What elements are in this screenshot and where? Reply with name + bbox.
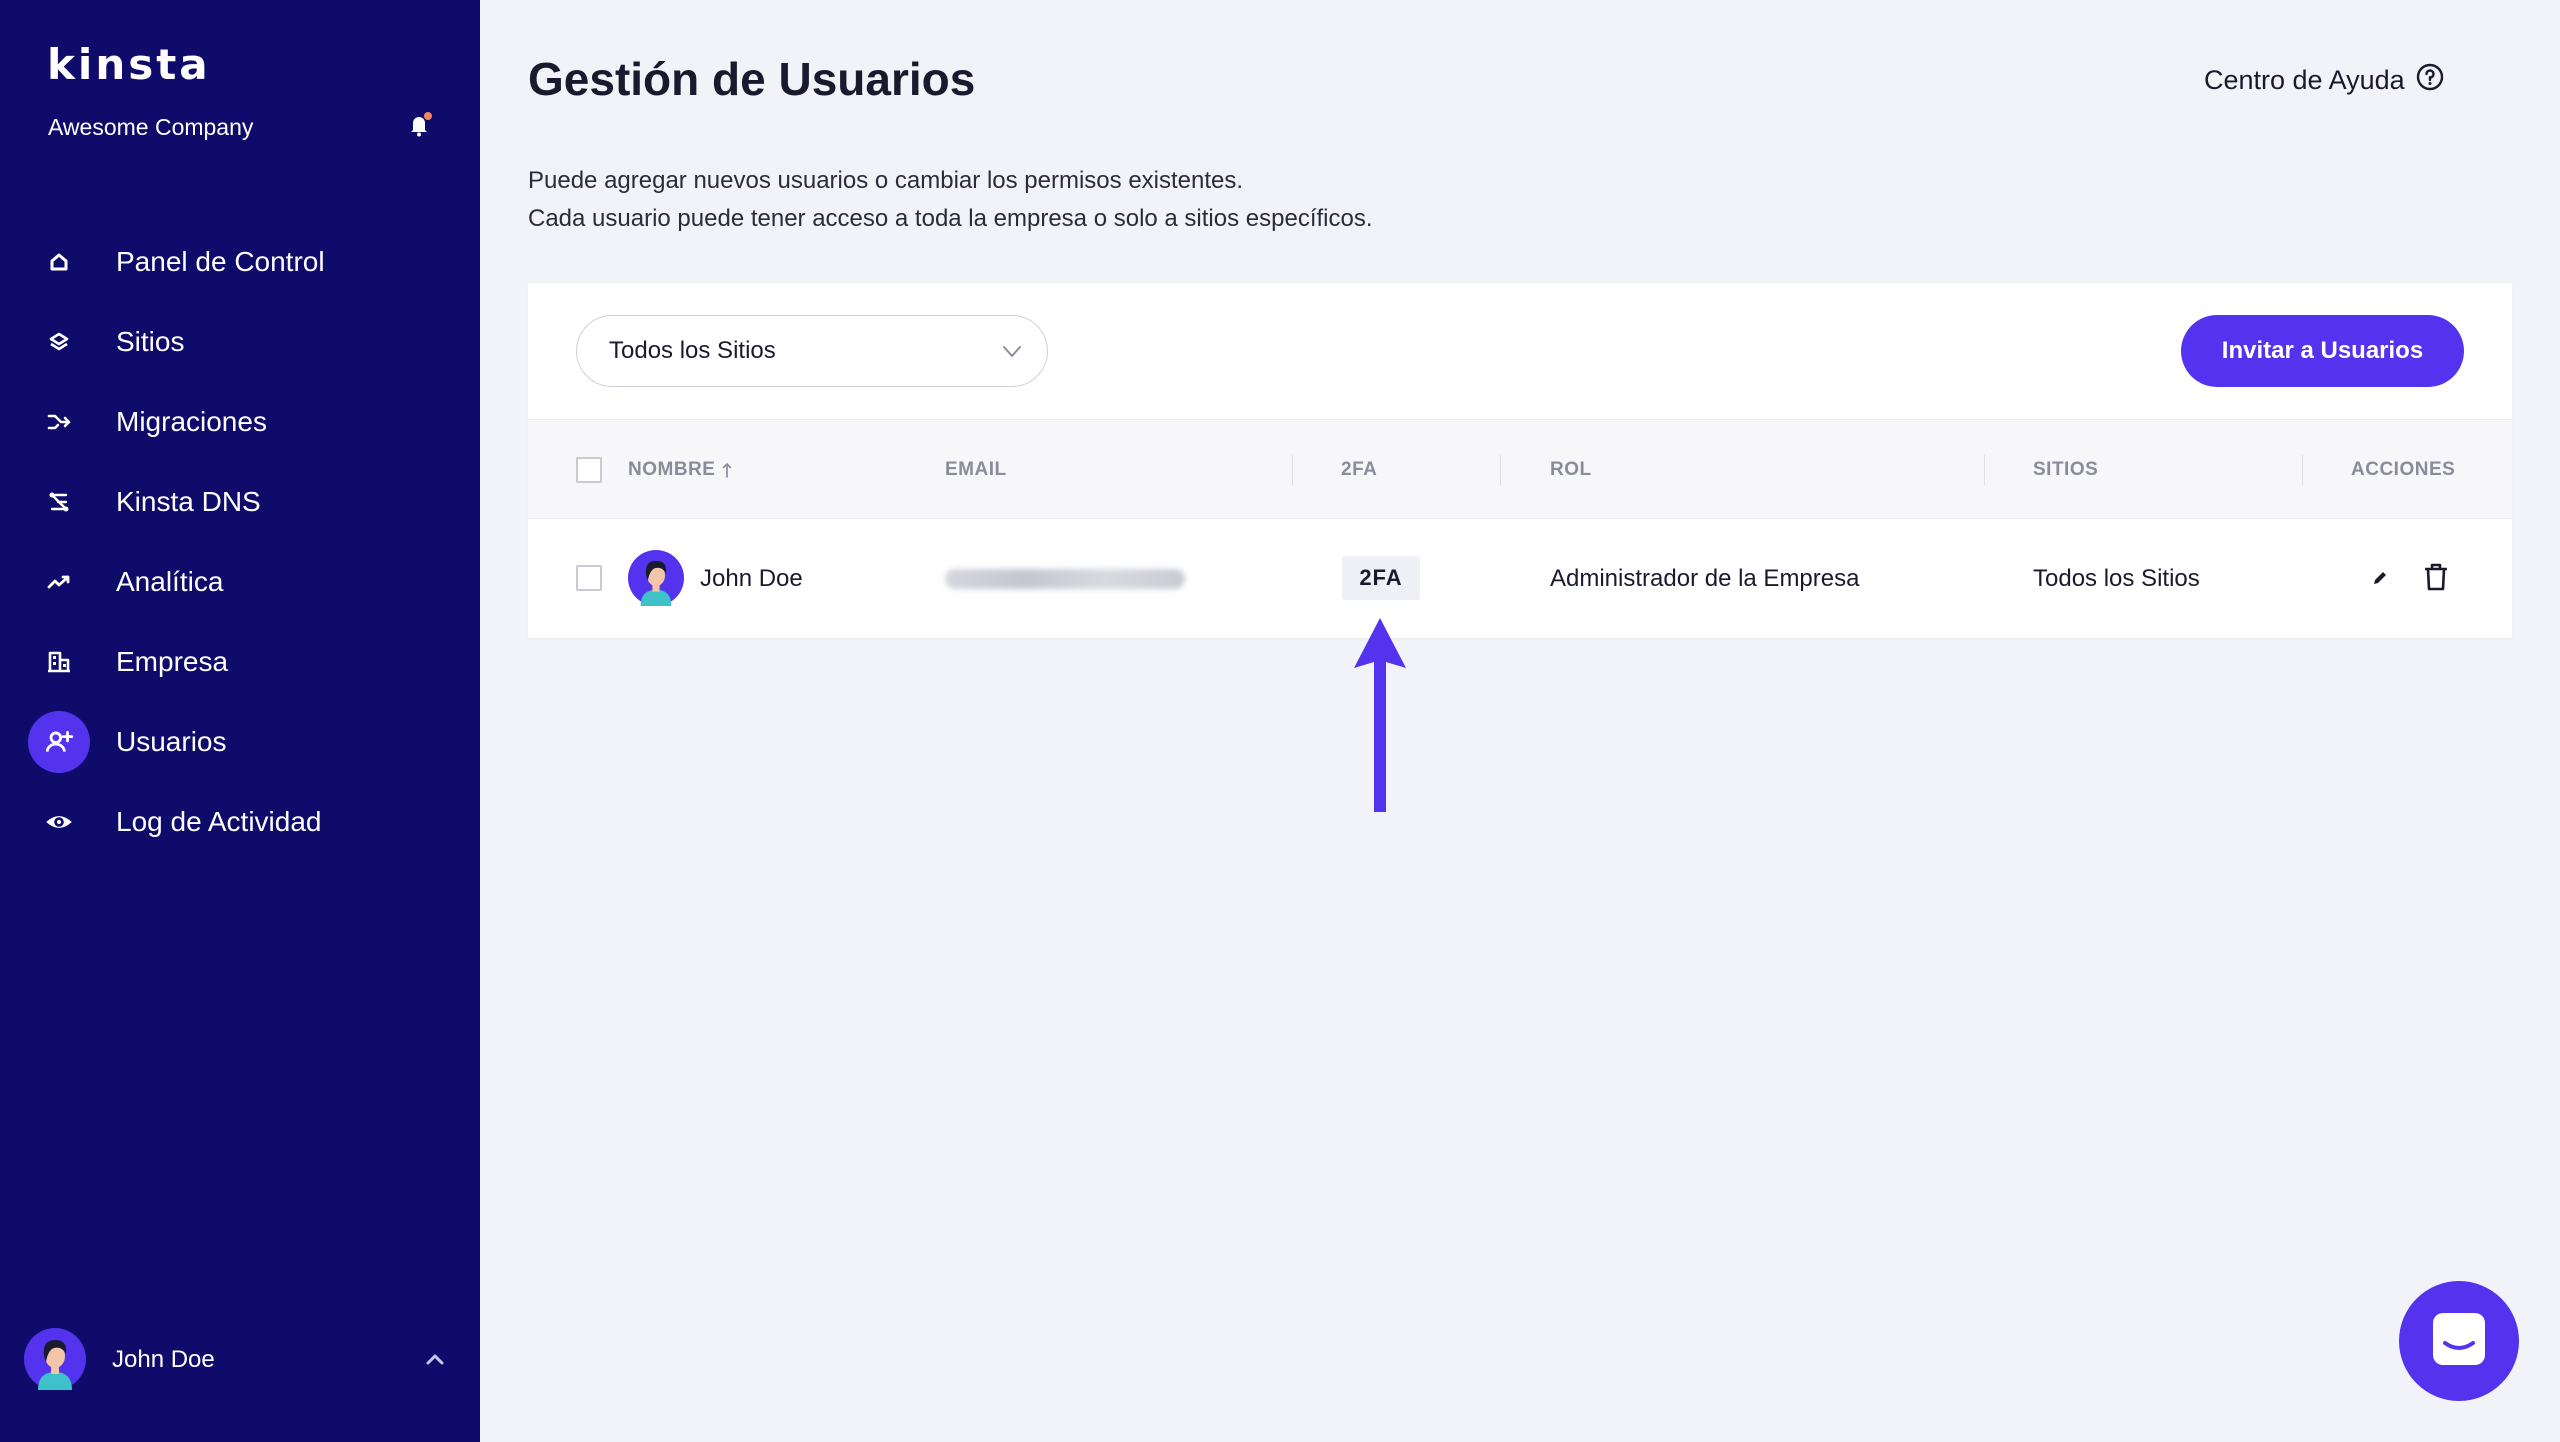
eye-icon	[28, 791, 90, 853]
company-name: Awesome Company	[48, 114, 254, 140]
sidebar-nav: Panel de Control Sitios Migraciones Kins…	[0, 222, 480, 862]
invite-users-button[interactable]: Invitar a Usuarios	[2181, 315, 2464, 387]
chevron-up-icon[interactable]	[422, 1346, 448, 1372]
page-title: Gestión de Usuarios	[528, 53, 976, 105]
avatar	[628, 550, 684, 606]
chevron-down-icon	[999, 338, 1025, 364]
sidebar-item-label: Kinsta DNS	[116, 486, 261, 517]
role-cell: Administrador de la Empresa	[1550, 564, 1860, 592]
sidebar-item-label: Migraciones	[116, 406, 267, 437]
column-header-email: EMAIL	[945, 459, 1007, 480]
select-all-checkbox[interactable]	[576, 457, 602, 483]
analytics-icon	[28, 551, 90, 613]
sidebar-item-usuarios[interactable]: Usuarios	[0, 702, 480, 782]
user-add-icon	[28, 711, 90, 773]
column-header-role: ROL	[1550, 459, 1592, 480]
user-menu[interactable]: John Doe	[0, 1324, 480, 1394]
sort-ascending-icon	[721, 461, 733, 479]
building-icon	[28, 631, 90, 693]
layers-icon	[28, 311, 90, 373]
table-row: John Doe 2FA Administrador de la Empresa…	[528, 519, 2512, 638]
column-header-sites: SITIOS	[2033, 459, 2099, 480]
sidebar-item-label: Empresa	[116, 646, 229, 677]
description-line: Puede agregar nuevos usuarios o cambiar …	[528, 167, 1244, 194]
row-checkbox[interactable]	[576, 565, 602, 591]
site-filter-select[interactable]: Todos los Sitios	[576, 315, 1048, 387]
chat-button[interactable]	[2399, 1281, 2519, 1401]
help-center-link[interactable]: Centro de Ayuda	[2204, 62, 2445, 99]
sidebar-item-label: Sitios	[116, 326, 185, 357]
sidebar: kinsta Awesome Company Panel de Control …	[0, 0, 480, 1442]
home-icon	[28, 231, 90, 293]
sites-cell: Todos los Sitios	[2033, 564, 2200, 592]
column-divider	[2302, 455, 2303, 485]
column-header-name[interactable]: NOMBRE	[628, 420, 733, 520]
2fa-badge: 2FA	[1342, 556, 1420, 600]
blurred-email	[945, 568, 1185, 589]
sidebar-item-sitios[interactable]: Sitios	[0, 302, 480, 382]
site-filter-value: Todos los Sitios	[609, 337, 776, 364]
column-header-label: NOMBRE	[628, 459, 716, 480]
column-divider	[1500, 455, 1501, 485]
sidebar-item-analitica[interactable]: Analítica	[0, 542, 480, 622]
sidebar-item-kinsta-dns[interactable]: Kinsta DNS	[0, 462, 480, 542]
page-description: Puede agregar nuevos usuarios o cambiar …	[528, 162, 1373, 238]
sidebar-item-panel-de-control[interactable]: Panel de Control	[0, 222, 480, 302]
help-center-label: Centro de Ayuda	[2204, 65, 2405, 95]
sidebar-item-log-de-actividad[interactable]: Log de Actividad	[0, 782, 480, 862]
users-card: Todos los Sitios Invitar a Usuarios NOMB…	[528, 283, 2512, 638]
email-cell	[945, 519, 1185, 638]
trash-icon[interactable]	[2422, 562, 2450, 597]
sidebar-item-empresa[interactable]: Empresa	[0, 622, 480, 702]
user-name-cell[interactable]: John Doe	[700, 519, 803, 638]
table-header: NOMBRE EMAIL 2FA ROL SITIOS ACCIONES	[528, 419, 2512, 519]
annotation-arrow	[1350, 618, 1410, 812]
edit-icon[interactable]	[2368, 566, 2392, 595]
question-icon	[2415, 62, 2445, 99]
sidebar-item-label: Analítica	[116, 566, 224, 597]
column-divider	[1984, 455, 1985, 485]
dns-icon	[28, 471, 90, 533]
user-name: John Doe	[112, 1346, 215, 1373]
sidebar-item-label: Usuarios	[116, 726, 227, 757]
sidebar-item-migraciones[interactable]: Migraciones	[0, 382, 480, 462]
sidebar-item-label: Panel de Control	[116, 246, 325, 277]
migrate-icon	[28, 391, 90, 453]
sidebar-item-label: Log de Actividad	[116, 806, 322, 837]
column-header-actions: ACCIONES	[2351, 459, 2456, 480]
avatar	[24, 1328, 86, 1390]
bell-icon[interactable]	[404, 110, 434, 140]
kinsta-logo[interactable]: kinsta	[47, 40, 211, 89]
chat-icon	[2429, 1309, 2489, 1374]
column-divider	[1292, 455, 1293, 485]
column-header-2fa: 2FA	[1341, 459, 1378, 480]
description-line: Cada usuario puede tener acceso a toda l…	[528, 205, 1373, 232]
